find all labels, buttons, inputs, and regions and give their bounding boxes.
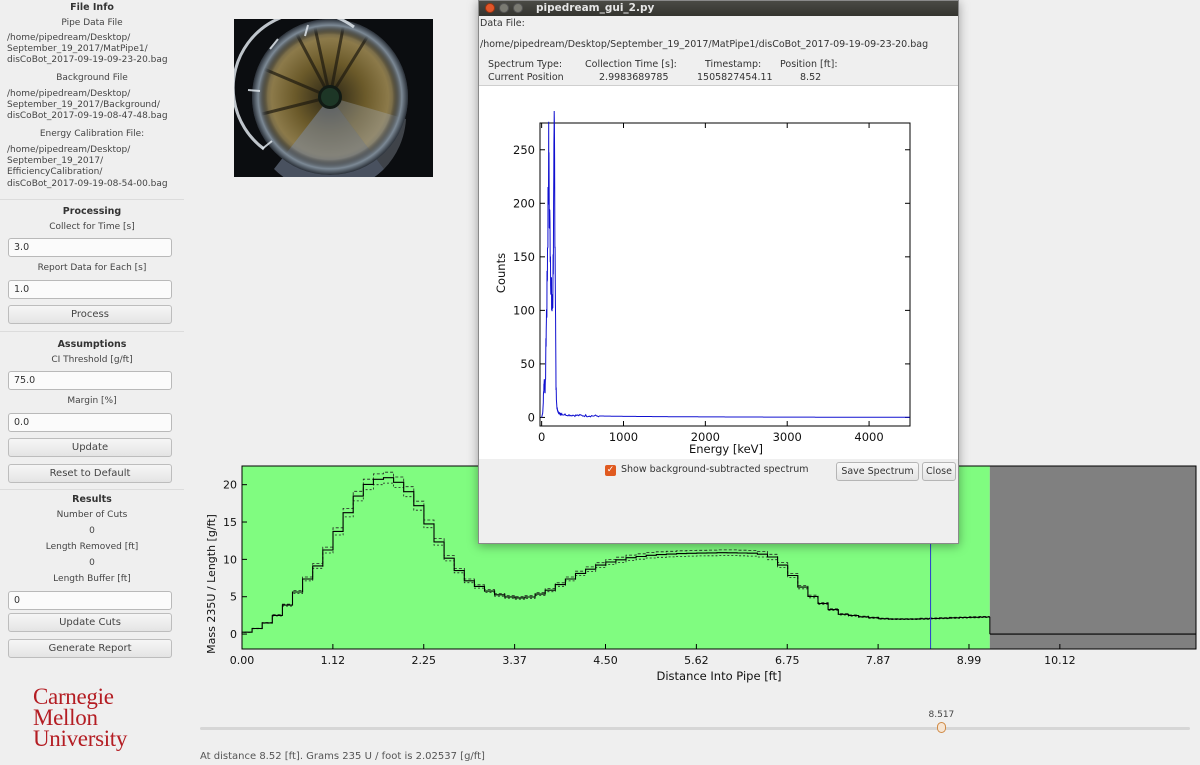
number-of-cuts-label: Number of Cuts [56, 510, 128, 520]
spectrum-plot-area: 0 50 100 150 200 250 0 1000 2000 3000 4000 Counts … [479, 86, 958, 459]
y-tick-label: 100 [513, 303, 535, 317]
x-tick-label: 4.50 [593, 654, 618, 667]
minimize-window-icon[interactable] [499, 3, 509, 13]
x-axis-label: Distance Into Pipe [ft] [656, 669, 781, 683]
spectrum-type-value: Current Position [488, 72, 564, 83]
status-text: At distance 8.52 [ft]. Grams 235 U / foo… [200, 751, 485, 762]
collect-time-label: Collect for Time [s] [49, 222, 135, 232]
x-tick-label: 3000 [773, 430, 802, 444]
sidebar-divider [0, 331, 184, 332]
processing-title: Processing [62, 206, 122, 217]
pipe-data-file-path: /home/pipedream/Desktop/ September_19_20… [7, 33, 168, 66]
background-subtracted-label[interactable]: Show background-subtracted spectrum [621, 464, 809, 475]
length-removed-value: 0 [89, 558, 95, 568]
pipe-camera-view [231, 10, 433, 192]
x-tick-label: 6.75 [775, 654, 800, 667]
y-tick-label: 15 [223, 516, 237, 529]
sidebar: File Info Pipe Data File /home/pipedream… [0, 0, 184, 765]
collection-time-value: 2.9983689785 [599, 72, 669, 83]
cmu-logo-line2: Mellon [33, 705, 98, 730]
timestamp-value: 1505827454.11 [697, 72, 773, 83]
reset-to-default-button[interactable]: Reset to Default [8, 464, 172, 483]
x-tick-label: 10.12 [1044, 654, 1076, 667]
data-file-path: /home/pipedream/Desktop/September_19_201… [480, 39, 929, 50]
ci-threshold-label: CI Threshold [g/ft] [51, 355, 133, 365]
maximize-window-icon[interactable] [513, 3, 523, 13]
x-tick-label: 4000 [854, 430, 883, 444]
beyond-pipe-region [989, 466, 1196, 649]
report-each-label: Report Data for Each [s] [37, 263, 147, 273]
x-tick-label: 8.99 [957, 654, 982, 667]
x-tick-label: 1.12 [321, 654, 346, 667]
dialog-title: pipedream_gui_2.py [536, 2, 655, 14]
x-tick-label: 3.37 [502, 654, 527, 667]
x-tick-label: 5.62 [684, 654, 709, 667]
spectrum-type-header: Spectrum Type: [488, 59, 563, 70]
energy-spectrum-plot: 0501001502002500 1000 2000 3000 4000 Counts … [494, 110, 911, 456]
y-tick-label: 200 [513, 196, 535, 210]
results-title: Results [72, 494, 112, 505]
margin-label: Margin [%] [67, 396, 117, 406]
ci-threshold-input[interactable]: 75.0 [8, 371, 172, 390]
assumptions-title: Assumptions [57, 339, 127, 350]
background-subtracted-checkbox[interactable]: ✓ [605, 465, 616, 476]
cmu-logo: Carnegie Mellon University [33, 684, 128, 751]
energy-calibration-path: /home/pipedream/Desktop/ September_19_20… [7, 145, 168, 189]
energy-calibration-label: Energy Calibration File: [39, 129, 145, 139]
y-tick-label: 0 [230, 628, 237, 641]
x-tick-label: 0 [538, 430, 545, 444]
x-axis-label: Energy [keV] [689, 442, 763, 456]
update-cuts-button[interactable]: Update Cuts [8, 613, 172, 632]
update-button[interactable]: Update [8, 438, 172, 457]
cmu-logo-line1: Carnegie [33, 684, 114, 709]
report-each-input[interactable]: 1.0 [8, 280, 172, 299]
y-axis-label: Mass 235U / Length [g/ft] [205, 514, 218, 654]
y-tick-label: 20 [223, 479, 237, 492]
y-tick-label: 5 [230, 591, 237, 604]
save-spectrum-button[interactable]: Save Spectrum [836, 462, 919, 481]
sidebar-divider [0, 489, 184, 490]
length-buffer-label: Length Buffer [ft] [53, 574, 131, 584]
dialog-footer: ✓ Show background-subtracted spectrum Sa… [479, 459, 958, 485]
collect-time-input[interactable]: 3.0 [8, 238, 172, 257]
position-slider[interactable] [200, 727, 1190, 730]
y-tick-label: 10 [223, 553, 237, 566]
pipe-camera-image [231, 10, 433, 192]
close-button[interactable]: Close [922, 462, 956, 481]
length-buffer-input[interactable]: 0 [8, 591, 172, 610]
x-tick-label: 2.25 [411, 654, 436, 667]
slider-value-label: 8.517 [928, 710, 955, 720]
collection-time-header: Collection Time [s]: [585, 59, 677, 70]
x-tick-label: 7.87 [866, 654, 891, 667]
background-file-path: /home/pipedream/Desktop/ September_19_20… [7, 89, 168, 122]
y-tick-label: 0 [528, 410, 535, 424]
y-tick-label: 250 [513, 143, 535, 157]
timestamp-header: Timestamp: [705, 59, 762, 70]
process-button[interactable]: Process [8, 305, 172, 324]
plot-frame [539, 122, 911, 427]
x-tick-label: 1000 [609, 430, 638, 444]
y-tick-label: 150 [513, 250, 535, 264]
spectrum-dialog: pipedream_gui_2.py Data File: /home/pipe… [478, 0, 959, 544]
file-info-title: File Info [70, 2, 114, 13]
background-file-label: Background File [56, 73, 128, 83]
sidebar-divider [0, 199, 184, 200]
margin-input[interactable]: 0.0 [8, 413, 172, 432]
x-tick-label: 0.00 [230, 654, 255, 667]
pipe-data-file-label: Pipe Data File [61, 18, 123, 28]
y-tick-label: 50 [520, 357, 535, 371]
close-window-icon[interactable] [485, 3, 495, 13]
generate-report-button[interactable]: Generate Report [8, 639, 172, 658]
dialog-titlebar[interactable]: pipedream_gui_2.py [479, 1, 958, 16]
length-removed-label: Length Removed [ft] [45, 542, 139, 552]
cmu-logo-line3: University [33, 726, 128, 751]
slider-handle[interactable] [936, 722, 946, 733]
position-header: Position [ft]: [780, 59, 838, 70]
spectrum-series-line [541, 110, 910, 418]
position-value: 8.52 [800, 72, 822, 83]
y-axis-label: Counts [494, 253, 508, 293]
data-file-label: Data File: [480, 18, 525, 29]
number-of-cuts-value: 0 [89, 526, 95, 536]
